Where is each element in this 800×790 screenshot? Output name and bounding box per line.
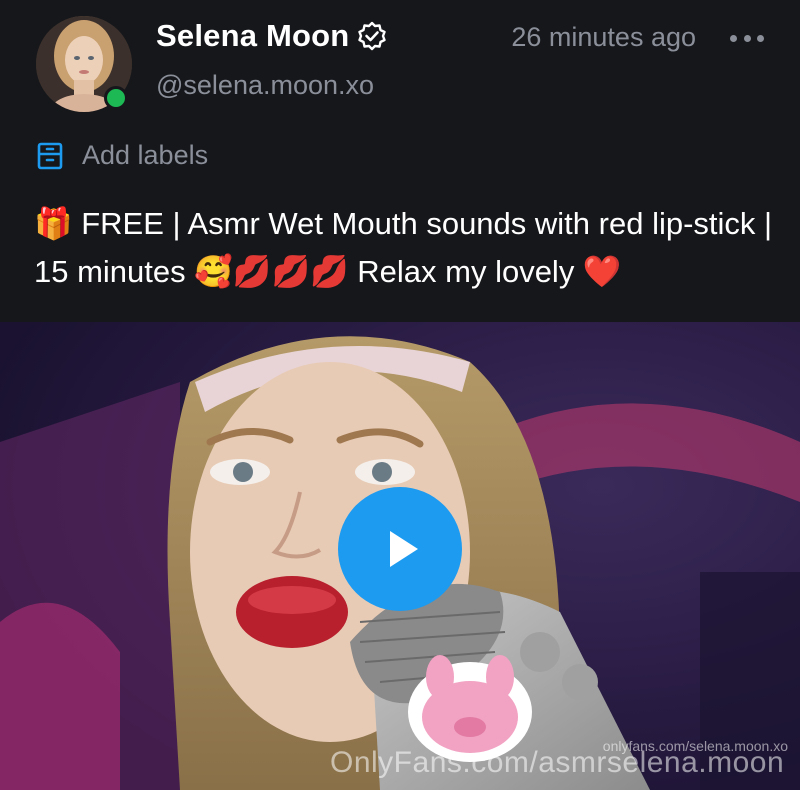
avatar[interactable] [36, 16, 132, 112]
label-icon [36, 141, 64, 171]
video-media[interactable]: onlyfans.com/selena.moon.xo OnlyFans.com… [0, 322, 800, 790]
play-button[interactable] [338, 487, 462, 611]
play-icon [390, 531, 418, 567]
verified-badge-icon [357, 21, 387, 51]
post-caption: 🎁 FREE | Asmr Wet Mouth sounds with red … [34, 206, 773, 289]
watermark: OnlyFans.com/asmrselena.moon [330, 746, 785, 779]
more-dot [743, 34, 751, 42]
add-labels-button[interactable]: Add labels [36, 140, 208, 171]
author-name-row: Selena Moon [156, 18, 387, 54]
online-status-indicator [104, 86, 128, 110]
post-card: Selena Moon @selena.moon.xo 26 minutes a… [0, 0, 800, 790]
author-display-name[interactable]: Selena Moon [156, 18, 349, 54]
add-labels-text: Add labels [82, 140, 209, 170]
post-timestamp[interactable]: 26 minutes ago [511, 22, 696, 53]
more-horizontal-icon[interactable] [730, 28, 764, 48]
more-dot [730, 34, 737, 42]
author-handle[interactable]: @selena.moon.xo [156, 70, 374, 101]
more-dot [757, 34, 764, 42]
